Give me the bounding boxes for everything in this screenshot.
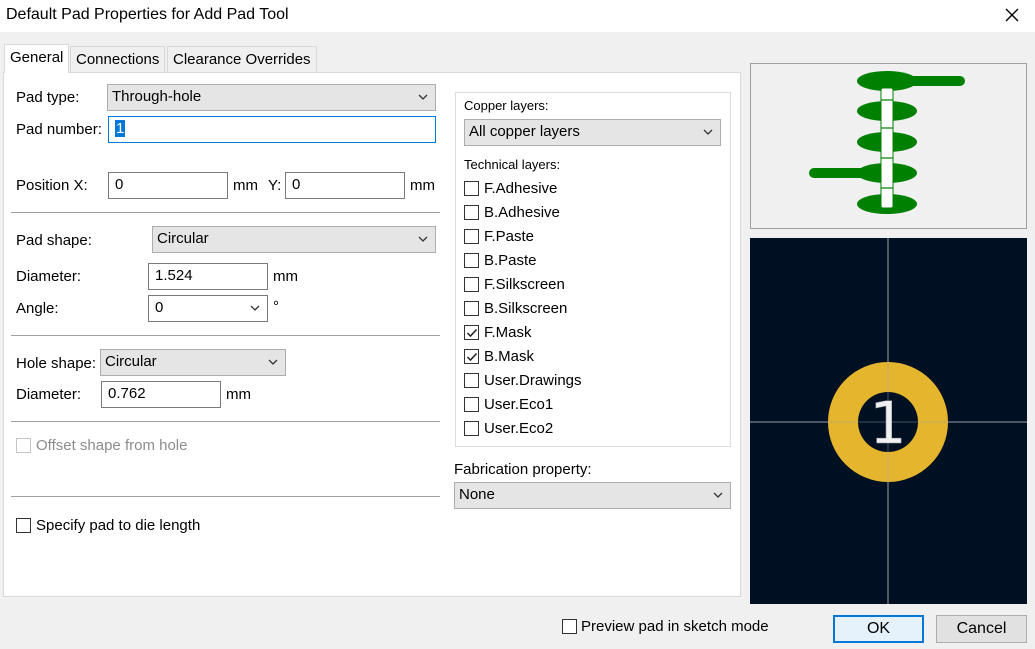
fabrication-value: None [459,486,495,503]
layer-label: B.Silkscreen [484,300,568,317]
pad-number-value: 1 [115,120,126,137]
hole-shape-value: Circular [105,353,157,370]
position-x-unit: mm [233,177,258,194]
hole-shape-select[interactable]: Circular [100,349,286,376]
pad-shape-select[interactable]: Circular [152,226,436,253]
layer-checkbox[interactable] [464,277,479,292]
layer-checkbox[interactable] [464,349,479,364]
fabrication-label: Fabrication property: [454,461,592,478]
position-x-input[interactable]: 0 [108,172,228,199]
position-y-value: 0 [292,176,301,193]
layer-checkbox[interactable] [464,301,479,316]
copper-layers-label: Copper layers: [464,98,549,113]
copper-layers-select[interactable]: All copper layers [464,119,721,146]
chevron-down-icon[interactable] [249,301,261,318]
position-y-label: Y: [268,177,282,194]
layer-label: B.Adhesive [484,204,560,221]
layer-checkbox[interactable] [464,229,479,244]
layer-checkbox[interactable] [464,397,479,412]
pad-shape-label: Pad shape: [16,232,92,249]
checkmark-icon [466,352,478,362]
divider [11,212,440,213]
die-length-label: Specify pad to die length [36,517,201,534]
diameter-value: 1.524 [155,267,193,284]
hole-shape-label: Hole shape: [16,355,97,372]
tab-connections[interactable]: Connections [70,46,166,72]
cancel-button[interactable]: Cancel [936,615,1027,643]
checkmark-icon [466,328,478,338]
layer-label: F.Adhesive [484,180,558,197]
hole-diameter-label: Diameter: [16,386,82,403]
layer-checkbox[interactable] [464,325,479,340]
pad-preview-drawing: 1 [750,238,1027,604]
angle-label: Angle: [16,300,59,317]
pad-number-label: 1 [870,389,907,457]
layer-label: B.Mask [484,348,535,365]
pad-type-select[interactable]: Through-hole [107,84,436,111]
tab-clearance-overrides[interactable]: Clearance Overrides [167,46,317,72]
layer-checkbox[interactable] [464,373,479,388]
ok-button[interactable]: OK [833,615,924,643]
pad-number-label: Pad number: [16,121,102,138]
layer-label: F.Mask [484,324,532,341]
hole-diameter-input[interactable]: 0.762 [101,381,221,408]
position-x-label: Position X: [16,177,88,194]
layer-stack-drawing [809,71,965,214]
angle-unit: ° [273,298,279,315]
close-icon [1005,8,1019,22]
offset-shape-checkbox[interactable] [16,438,31,453]
diameter-unit: mm [273,268,298,285]
fabrication-select[interactable]: None [454,482,731,509]
position-y-input[interactable]: 0 [285,172,405,199]
sketch-mode-label: Preview pad in sketch mode [581,618,769,635]
hole-diameter-value: 0.762 [108,385,146,402]
chevron-down-icon [702,125,714,142]
layer-label: User.Eco2 [484,420,554,437]
close-button[interactable] [1000,3,1024,27]
copper-layers-value: All copper layers [469,123,580,140]
pad-type-label: Pad type: [16,89,80,106]
chevron-down-icon [267,355,279,372]
layer-checkbox[interactable] [464,253,479,268]
position-x-value: 0 [115,176,124,193]
pad-type-value: Through-hole [112,88,202,105]
divider [11,496,440,497]
diameter-input[interactable]: 1.524 [148,263,268,290]
die-length-checkbox[interactable] [16,518,31,533]
sketch-mode-checkbox[interactable] [562,619,577,634]
hole-diameter-unit: mm [226,386,251,403]
layer-label: F.Silkscreen [484,276,565,293]
offset-shape-label: Offset shape from hole [36,437,188,454]
position-y-unit: mm [410,177,435,194]
chevron-down-icon [417,232,429,249]
chevron-down-icon [417,90,429,107]
divider [11,335,440,336]
technical-layers-label: Technical layers: [464,157,561,172]
angle-value: 0 [155,299,164,316]
layer-stack-preview [750,63,1027,229]
angle-combo[interactable]: 0 [148,295,268,322]
diameter-label: Diameter: [16,268,82,285]
layer-label: User.Drawings [484,372,582,389]
divider [11,421,440,422]
window-title: Default Pad Properties for Add Pad Tool [6,6,289,23]
layer-checkbox[interactable] [464,181,479,196]
pad-preview-canvas[interactable]: 1 [750,238,1027,604]
layer-checkbox[interactable] [464,421,479,436]
layer-label: B.Paste [484,252,537,269]
tab-general[interactable]: General [4,44,70,73]
layer-checkbox[interactable] [464,205,479,220]
layer-label: User.Eco1 [484,396,554,413]
pad-number-input[interactable]: 1 [108,116,436,143]
chevron-down-icon [712,488,724,505]
pad-shape-value: Circular [157,230,209,247]
layer-label: F.Paste [484,228,535,245]
